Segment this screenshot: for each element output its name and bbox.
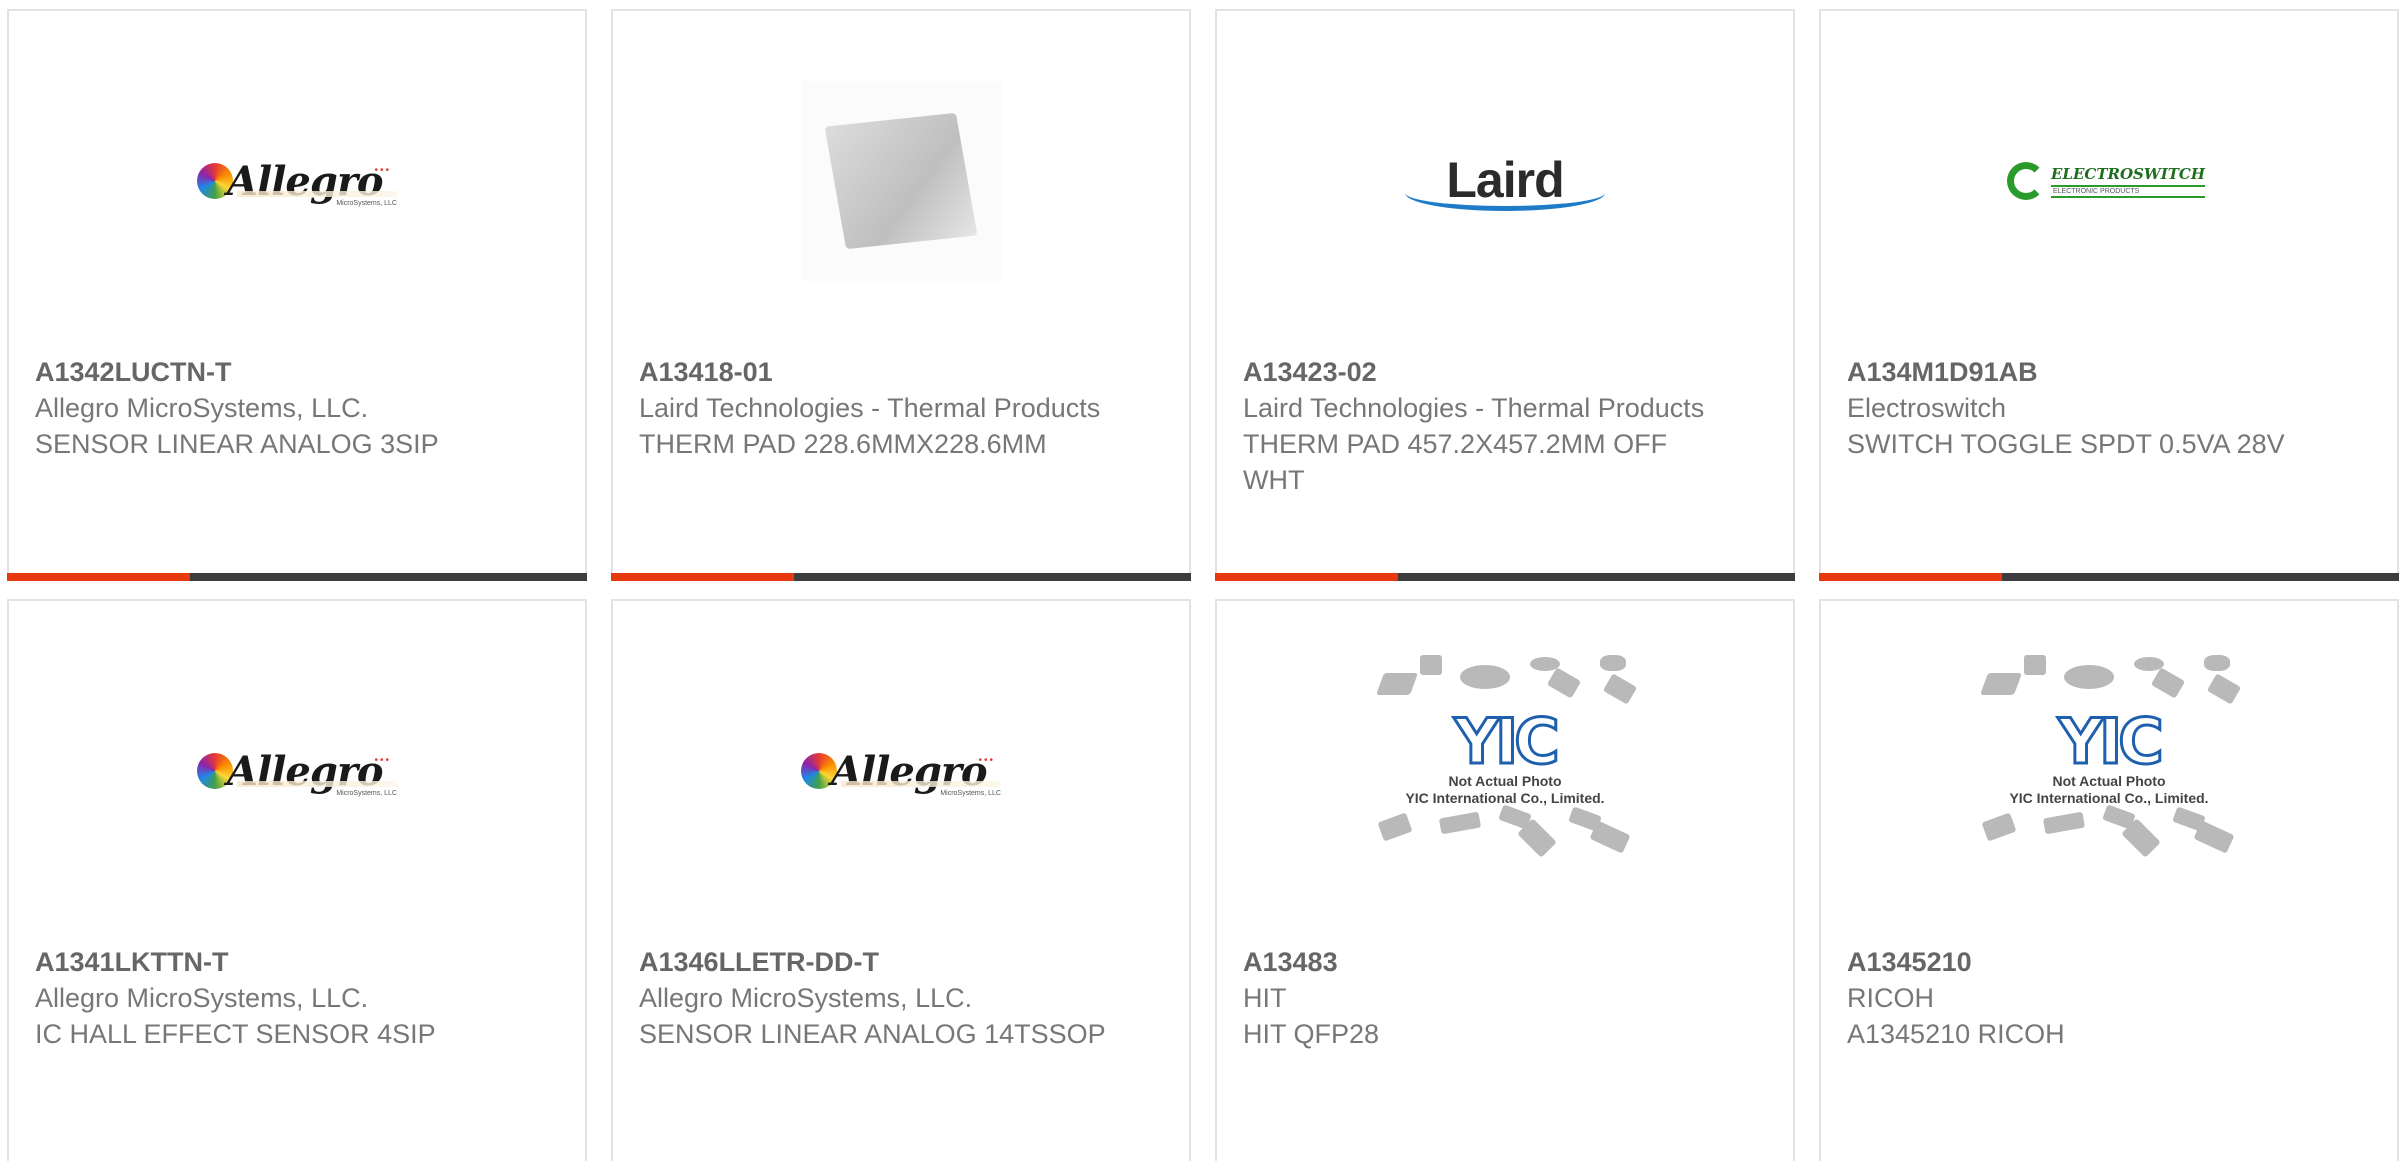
product-card[interactable]: ELECTROSWITCH ELECTRONIC PRODUCTS A134M1…	[1819, 9, 2399, 581]
electroswitch-logo: ELECTROSWITCH ELECTRONIC PRODUCTS	[2007, 157, 2211, 205]
product-image[interactable]	[613, 11, 1189, 351]
manufacturer: Laird Technologies - Thermal Products	[639, 393, 1101, 423]
product-info: A13418-01 Laird Technologies - Thermal P…	[639, 354, 1109, 462]
manufacturer: RICOH	[1847, 983, 1934, 1013]
product-image[interactable]: Laird	[1217, 11, 1793, 351]
product-image[interactable]: ELECTROSWITCH ELECTRONIC PRODUCTS	[1821, 11, 2397, 351]
product-info: A1345210 RICOH A1345210 RICOH	[1847, 944, 2317, 1052]
allegro-logo: Allegro ••• MicroSystems, LLC	[197, 151, 397, 211]
allegro-logo: Allegro ••• MicroSystems, LLC	[801, 741, 1001, 801]
part-number[interactable]: A13483	[1243, 944, 1713, 980]
description: SENSOR LINEAR ANALOG 14TSSOP	[639, 1019, 1106, 1049]
manufacturer: Allegro MicroSystems, LLC.	[35, 983, 369, 1013]
part-number[interactable]: A1346LLETR-DD-T	[639, 944, 1109, 980]
product-card[interactable]: Laird A13423-02 Laird Technologies - The…	[1215, 9, 1795, 581]
card-accent-bar	[1215, 573, 1795, 581]
product-card[interactable]: Allegro ••• MicroSystems, LLC A1346LLETR…	[611, 599, 1191, 1161]
product-info: A1341LKTTN-T Allegro MicroSystems, LLC. …	[35, 944, 505, 1052]
description: A1345210 RICOH	[1847, 1019, 2065, 1049]
product-image[interactable]: Allegro ••• MicroSystems, LLC	[613, 601, 1189, 941]
product-card[interactable]: YIC Not Actual Photo YIC International C…	[1819, 599, 2399, 1161]
part-number[interactable]: A13418-01	[639, 354, 1109, 390]
description: HIT QFP28	[1243, 1019, 1380, 1049]
yic-placeholder-image: YIC Not Actual Photo YIC International C…	[1370, 651, 1640, 891]
thermal-pad-photo	[801, 81, 1001, 281]
product-card[interactable]: A13418-01 Laird Technologies - Thermal P…	[611, 9, 1191, 581]
part-number[interactable]: A1341LKTTN-T	[35, 944, 505, 980]
part-number[interactable]: A1342LUCTN-T	[35, 354, 505, 390]
description: IC HALL EFFECT SENSOR 4SIP	[35, 1019, 436, 1049]
part-number[interactable]: A1345210	[1847, 944, 2317, 980]
product-card[interactable]: Allegro ••• MicroSystems, LLC A1341LKTTN…	[7, 599, 587, 1161]
manufacturer: Allegro MicroSystems, LLC.	[639, 983, 973, 1013]
product-image[interactable]: Allegro ••• MicroSystems, LLC	[9, 11, 585, 351]
part-number[interactable]: A134M1D91AB	[1847, 354, 2317, 390]
yic-placeholder-image: YIC Not Actual Photo YIC International C…	[1974, 651, 2244, 891]
product-info: A1346LLETR-DD-T Allegro MicroSystems, LL…	[639, 944, 1109, 1052]
allegro-logo: Allegro ••• MicroSystems, LLC	[197, 741, 397, 801]
product-card[interactable]: YIC Not Actual Photo YIC International C…	[1215, 599, 1795, 1161]
card-accent-bar	[1819, 573, 2399, 581]
description: SENSOR LINEAR ANALOG 3SIP	[35, 429, 439, 459]
product-info: A13423-02 Laird Technologies - Thermal P…	[1243, 354, 1713, 498]
card-accent-bar	[7, 573, 587, 581]
product-info: A13483 HIT HIT QFP28	[1243, 944, 1713, 1052]
product-image[interactable]: YIC Not Actual Photo YIC International C…	[1217, 601, 1793, 941]
card-accent-bar	[611, 573, 1191, 581]
description: THERM PAD 457.2X457.2MM OFF WHT	[1243, 429, 1668, 495]
product-info: A134M1D91AB Electroswitch SWITCH TOGGLE …	[1847, 354, 2317, 462]
product-image[interactable]: Allegro ••• MicroSystems, LLC	[9, 601, 585, 941]
description: THERM PAD 228.6MMX228.6MM	[639, 429, 1047, 459]
product-grid: Allegro ••• MicroSystems, LLC A1342LUCTN…	[0, 0, 2400, 1161]
part-number[interactable]: A13423-02	[1243, 354, 1713, 390]
manufacturer: Electroswitch	[1847, 393, 2007, 423]
description: SWITCH TOGGLE SPDT 0.5VA 28V	[1847, 429, 2285, 459]
product-image[interactable]: YIC Not Actual Photo YIC International C…	[1821, 601, 2397, 941]
manufacturer: HIT	[1243, 983, 1287, 1013]
product-info: A1342LUCTN-T Allegro MicroSystems, LLC. …	[35, 354, 505, 462]
laird-logo: Laird	[1400, 151, 1610, 211]
product-card[interactable]: Allegro ••• MicroSystems, LLC A1342LUCTN…	[7, 9, 587, 581]
manufacturer: Allegro MicroSystems, LLC.	[35, 393, 369, 423]
manufacturer: Laird Technologies - Thermal Products	[1243, 393, 1705, 423]
